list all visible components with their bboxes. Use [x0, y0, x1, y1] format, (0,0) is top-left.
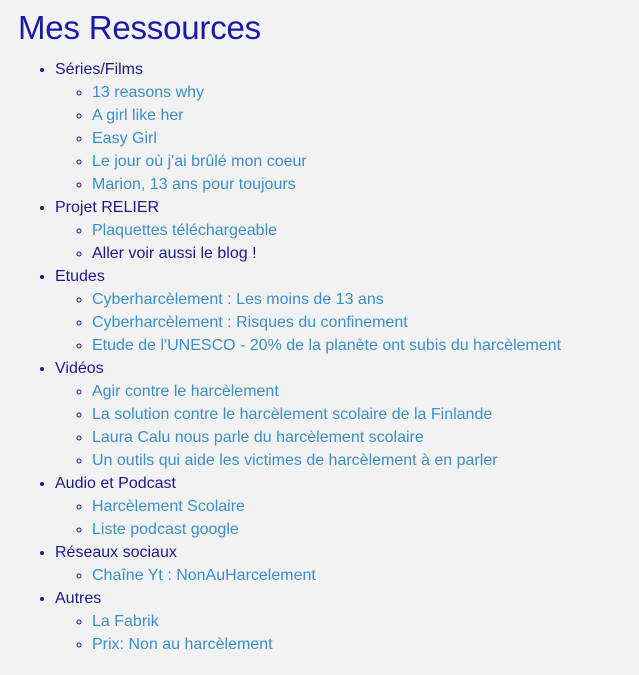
resource-list-item: Prix: Non au harcèlement [92, 633, 639, 656]
section-label: Projet RELIER [55, 199, 160, 216]
section-item: Vidéos Agir contre le harcèlement La solut… [55, 357, 639, 472]
resource-link[interactable]: Le jour où j'ai brûlé mon coeur [92, 153, 307, 170]
section-label: Vidéos [55, 360, 104, 377]
section-label: Séries/Films [55, 61, 144, 78]
resource-link[interactable]: 13 reasons why [92, 84, 204, 101]
resource-link[interactable]: Cyberharcèlement : Risques du confinemen… [92, 314, 408, 331]
resource-links-list: Cyberharcèlement : Les moins de 13 ans Cy… [55, 288, 639, 357]
resource-list-item: A girl like her [92, 104, 639, 127]
section-label: Réseaux sociaux [55, 544, 177, 561]
resource-sections-list: Séries/Films 13 reasons why A girl like he… [18, 58, 639, 656]
section-label: Autres [55, 590, 102, 607]
resource-links-list: 13 reasons why A girl like her Easy Girl Le… [55, 81, 639, 196]
section-item: Réseaux sociaux Chaîne Yt : NonAuHarcelem… [55, 541, 639, 587]
resource-link[interactable]: Chaîne Yt : NonAuHarcelement [92, 567, 316, 584]
resource-link[interactable]: Agir contre le harcèlement [92, 383, 279, 400]
resources-page: Mes Ressources Séries/Films 13 reasons wh… [0, 0, 639, 656]
resource-list-item: Cyberharcèlement : Risques du confinemen… [92, 311, 639, 334]
resource-list-item: Harcèlement Scolaire [92, 495, 639, 518]
resource-list-item: Easy Girl [92, 127, 639, 150]
resource-list-item: Marion, 13 ans pour toujours [92, 173, 639, 196]
resource-link[interactable]: Liste podcast google [92, 521, 239, 538]
resource-link[interactable]: Harcèlement Scolaire [92, 498, 245, 515]
section-label: Audio et Podcast [55, 475, 176, 492]
resource-link[interactable]: Aller voir aussi le blog ! [92, 245, 257, 262]
section-item: Autres La Fabrik Prix: Non au harcèlement [55, 587, 639, 656]
page-title: Mes Ressources [18, 9, 261, 46]
resource-link[interactable]: A girl like her [92, 107, 184, 124]
resource-list-item: Chaîne Yt : NonAuHarcelement [92, 564, 639, 587]
resource-list-item: Laura Calu nous parle du harcèlement sco… [92, 426, 639, 449]
section-item: Projet RELIER Plaquettes téléchargeable Al… [55, 196, 639, 265]
resource-link[interactable]: Easy Girl [92, 130, 157, 147]
resource-link[interactable]: Un outils qui aide les victimes de harcè… [92, 452, 498, 469]
resource-list-item: Le jour où j'ai brûlé mon coeur [92, 150, 639, 173]
resource-link[interactable]: Plaquettes téléchargeable [92, 222, 277, 239]
section-item: Audio et Podcast Harcèlement Scolaire List… [55, 472, 639, 541]
resource-links-list: Harcèlement Scolaire Liste podcast google [55, 495, 639, 541]
resource-list-item: La Fabrik [92, 610, 639, 633]
resource-link[interactable]: Etude de l'UNESCO - 20% de la planète on… [92, 337, 561, 354]
resource-links-list: La Fabrik Prix: Non au harcèlement [55, 610, 639, 656]
resource-list-item: Liste podcast google [92, 518, 639, 541]
resource-link[interactable]: Prix: Non au harcèlement [92, 636, 273, 653]
resource-list-item: Etude de l'UNESCO - 20% de la planète on… [92, 334, 639, 357]
resource-link[interactable]: Laura Calu nous parle du harcèlement sco… [92, 429, 424, 446]
resource-links-list: Plaquettes téléchargeable Aller voir auss… [55, 219, 639, 265]
resource-list-item: Agir contre le harcèlement [92, 380, 639, 403]
resource-link[interactable]: Marion, 13 ans pour toujours [92, 176, 296, 193]
resource-list-item: La solution contre le harcèlement scolai… [92, 403, 639, 426]
section-item: Etudes Cyberharcèlement : Les moins de 13… [55, 265, 639, 357]
resource-link[interactable]: La solution contre le harcèlement scolai… [92, 406, 492, 423]
resource-list-item: Aller voir aussi le blog ! [92, 242, 639, 265]
resource-link[interactable]: La Fabrik [92, 613, 159, 630]
resource-link[interactable]: Cyberharcèlement : Les moins de 13 ans [92, 291, 384, 308]
resource-list-item: Cyberharcèlement : Les moins de 13 ans [92, 288, 639, 311]
resource-links-list: Agir contre le harcèlement La solution co… [55, 380, 639, 472]
resource-list-item: 13 reasons why [92, 81, 639, 104]
resource-links-list: Chaîne Yt : NonAuHarcelement [55, 564, 639, 587]
section-label: Etudes [55, 268, 105, 285]
resource-list-item: Un outils qui aide les victimes de harcè… [92, 449, 639, 472]
section-item: Séries/Films 13 reasons why A girl like he… [55, 58, 639, 196]
resource-list-item: Plaquettes téléchargeable [92, 219, 639, 242]
